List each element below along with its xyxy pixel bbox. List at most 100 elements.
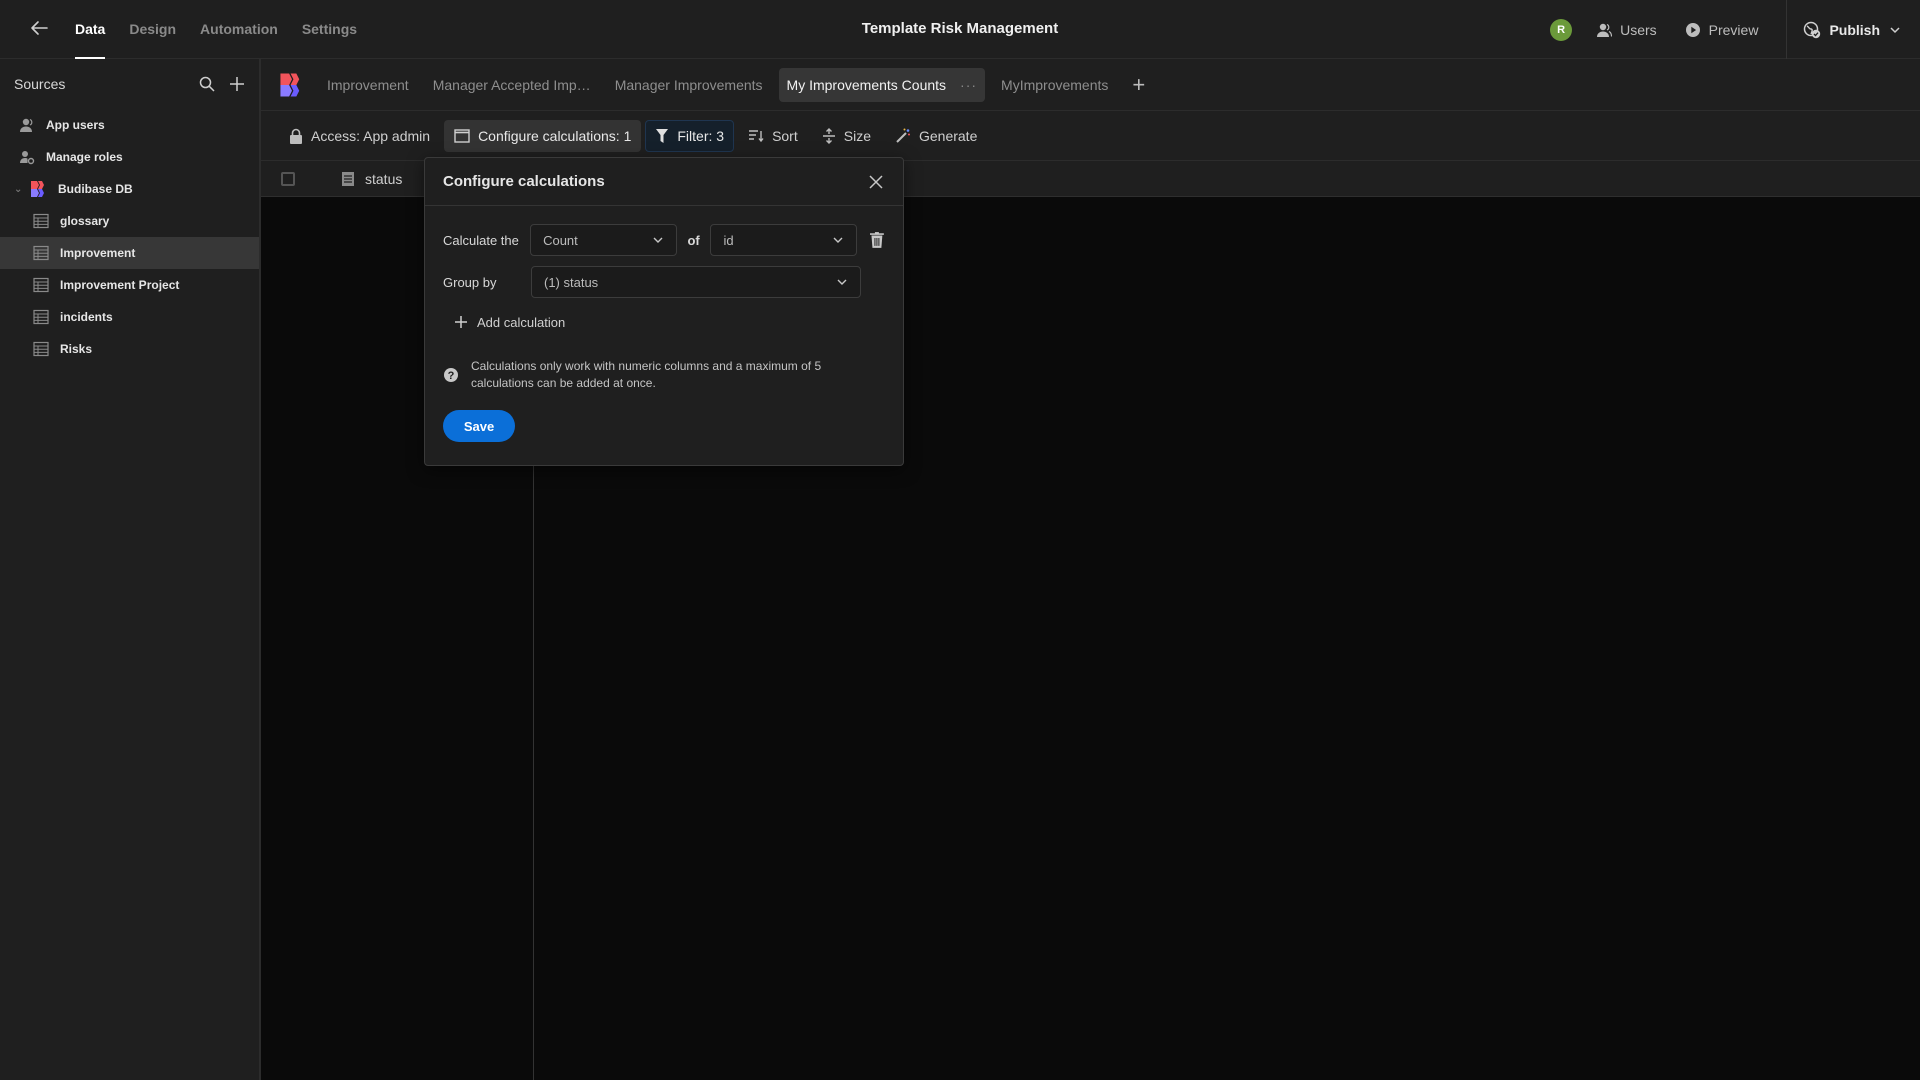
table-icon [33,309,49,325]
sidebar-item-label: Risks [60,342,93,356]
tab-label: Improvement [327,76,409,93]
sidebar-item-label: Improvement Project [60,278,180,292]
add-view-icon[interactable]: + [1132,72,1145,98]
group-by-value: (1) status [544,274,599,290]
budibase-logo-icon [280,72,300,97]
help-icon: ? [444,368,458,382]
user-gear-icon [20,151,35,165]
group-by-select[interactable]: (1) status [531,266,861,298]
calculation-icon [454,128,470,143]
chevron-down-icon [833,237,843,243]
sidebar-item-label: incidents [60,310,113,324]
search-icon[interactable] [199,76,215,92]
lock-icon [290,128,302,144]
sidebar-item-improvement[interactable]: Improvement [0,237,259,269]
tab-manager-improvements[interactable]: Manager Improvements [607,68,771,102]
sidebar-item-app-users[interactable]: App users [0,109,259,141]
select-all-checkbox[interactable] [281,172,295,186]
sidebar-item-improvement-project[interactable]: Improvement Project [0,269,259,301]
sidebar-item-manage-roles[interactable]: Manage roles [0,141,259,173]
svg-text:?: ? [448,370,455,382]
globe-check-icon [1804,21,1821,38]
tab-label: My Improvements Counts [786,76,947,93]
generate-label: Generate [918,127,978,144]
users-label: Users [1620,21,1657,38]
generate-button[interactable]: Generate [885,120,987,152]
avatar[interactable]: R [1550,18,1573,41]
add-source-icon[interactable] [229,76,245,92]
access-label: Access: App admin [311,127,431,144]
users-button[interactable]: Users [1596,22,1657,38]
sidebar-item-label: Improvement [60,246,136,260]
chevron-down-icon[interactable]: ⌄ [14,184,26,195]
chevron-down-icon[interactable] [1888,23,1902,37]
users-icon [1597,23,1613,37]
field-value: id [723,232,734,248]
access-button[interactable]: Access: App admin [279,120,440,152]
magic-wand-icon [896,128,910,143]
nav-tab-data[interactable]: Data [75,0,106,59]
play-icon [1685,22,1700,37]
popover-title: Configure calculations [443,173,605,190]
sidebar: Sources App users Manage roles ⌄ Budibas… [0,59,261,1080]
preview-button[interactable]: Preview [1685,21,1759,38]
filter-icon [656,128,669,143]
popover-header: Configure calculations [425,158,903,206]
back-arrow-icon[interactable] [28,17,50,39]
save-button[interactable]: Save [443,410,515,442]
close-icon[interactable] [867,173,885,191]
size-button[interactable]: Size [812,120,881,152]
tab-label: Manager Improvements [614,76,763,93]
nav-tab-settings[interactable]: Settings [302,0,357,59]
chevron-down-icon [653,237,663,243]
configure-calculations-button[interactable]: Configure calculations: 1 [444,119,642,152]
table-icon [33,213,49,229]
size-label: Size [843,127,871,144]
sidebar-title: Sources [14,76,66,92]
field-select[interactable]: id [710,224,858,256]
column-header-status[interactable]: status [341,161,402,197]
trash-icon[interactable] [869,231,885,249]
plus-icon [455,316,467,328]
sort-icon [749,129,764,142]
calculation-type-value: Count [543,232,578,248]
sidebar-item-budibase-db[interactable]: ⌄ Budibase DB [0,173,259,205]
top-right-actions: R Users Preview Publish [1550,0,1920,59]
tab-manager-accepted-improvements[interactable]: Manager Accepted Imp… [425,68,599,102]
sidebar-item-label: glossary [60,214,110,228]
group-by-row: Group by (1) status [443,266,885,298]
publish-label: Publish [1829,21,1880,38]
table-icon [33,245,49,261]
table-icon [33,277,49,293]
sort-button[interactable]: Sort [738,120,808,152]
add-calculation-button[interactable]: Add calculation [455,310,565,334]
tab-my-improvements-counts[interactable]: My Improvements Counts ··· [778,67,986,102]
sort-label: Sort [772,127,798,144]
sidebar-header: Sources [0,59,259,109]
more-icon[interactable]: ··· [960,77,977,93]
calculation-row: Calculate the Count of id [443,224,885,256]
nav-tab-design[interactable]: Design [129,0,176,59]
sidebar-item-glossary[interactable]: glossary [0,205,259,237]
filter-label: Filter: 3 [677,127,725,144]
sidebar-item-incidents[interactable]: incidents [0,301,259,333]
chevron-down-icon [837,279,847,285]
user-icon [20,118,33,132]
configure-calculations-popover: Configure calculations Calculate the Cou… [424,157,904,466]
tab-myimprovements[interactable]: MyImprovements [993,68,1116,102]
sidebar-item-risks[interactable]: Risks [0,333,259,365]
info-text: Calculations only work with numeric colu… [471,359,822,390]
add-calculation-label: Add calculation [477,314,566,330]
tab-improvement[interactable]: Improvement [319,68,417,102]
preview-label: Preview [1708,21,1759,38]
view-tabs: Improvement Manager Accepted Imp… Manage… [261,59,1920,111]
of-label: of [687,232,700,248]
tab-label: Manager Accepted Imp… [432,76,591,93]
budibase-logo-icon [31,181,44,197]
filter-button[interactable]: Filter: 3 [645,119,735,152]
calculation-type-select[interactable]: Count [530,224,677,256]
publish-button[interactable]: Publish [1786,0,1920,59]
nav-tab-automation[interactable]: Automation [200,0,278,59]
nav-tabs: Data Design Automation Settings [75,0,357,59]
calc-label: Configure calculations: 1 [478,127,632,144]
